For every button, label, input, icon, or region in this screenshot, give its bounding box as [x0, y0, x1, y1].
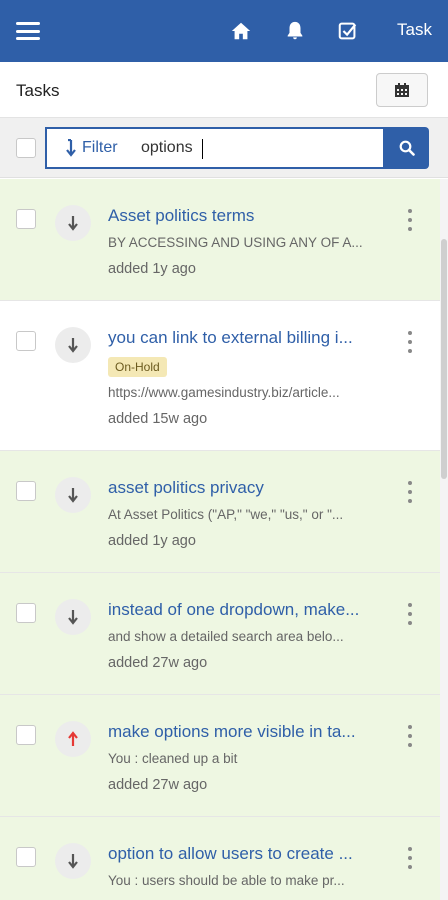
task-checkbox[interactable] [16, 603, 36, 623]
task-title[interactable]: instead of one dropdown, make... [108, 600, 383, 620]
status-badge: On-Hold [108, 357, 167, 377]
filter-bar: Filter options [0, 118, 448, 178]
task-menu-link[interactable]: Task [397, 20, 432, 40]
filter-label: Filter [82, 139, 118, 156]
bell-icon[interactable] [284, 20, 306, 42]
search-button[interactable] [385, 127, 429, 169]
more-options-icon[interactable] [404, 725, 416, 747]
task-added-time: added 1y ago [108, 533, 196, 549]
scrollbar[interactable] [440, 179, 448, 900]
task-checkbox[interactable] [16, 331, 36, 351]
calendar-icon [395, 83, 409, 97]
task-row[interactable]: instead of one dropdown, make... and sho… [0, 573, 448, 695]
task-description: and show a detailed search area belo... [108, 629, 344, 644]
filter-button[interactable]: Filter [47, 129, 139, 167]
priority-high-icon[interactable] [55, 721, 91, 757]
task-row[interactable]: you can link to external billing i... On… [0, 301, 448, 451]
task-list: Asset politics terms BY ACCESSING AND US… [0, 179, 448, 900]
priority-low-icon[interactable] [55, 477, 91, 513]
task-title[interactable]: Asset politics terms [108, 206, 383, 226]
task-checkbox[interactable] [16, 725, 36, 745]
more-options-icon[interactable] [404, 847, 416, 869]
more-options-icon[interactable] [404, 481, 416, 503]
priority-low-icon[interactable] [55, 205, 91, 241]
task-description: https://www.gamesindustry.biz/article... [108, 385, 340, 400]
task-title[interactable]: make options more visible in ta... [108, 722, 383, 742]
task-title[interactable]: you can link to external billing i... [108, 328, 383, 348]
task-row[interactable]: asset politics privacy At Asset Politics… [0, 451, 448, 573]
more-options-icon[interactable] [404, 603, 416, 625]
check-square-icon[interactable] [337, 20, 359, 42]
scrollbar-thumb[interactable] [441, 239, 447, 479]
task-added-time: added 1y ago [108, 261, 196, 277]
priority-low-icon[interactable] [55, 327, 91, 363]
task-added-time: added 27w ago [108, 655, 208, 671]
task-description: At Asset Politics ("AP," "we," "us," or … [108, 507, 344, 522]
search-box: Filter options [45, 127, 385, 169]
task-checkbox[interactable] [16, 209, 36, 229]
search-input[interactable]: options [139, 133, 369, 163]
page-header: Tasks [0, 62, 448, 118]
task-added-time: added 27w ago [108, 777, 208, 793]
task-checkbox[interactable] [16, 847, 36, 867]
calendar-button[interactable] [376, 73, 428, 107]
task-description: You : users should be able to make pr... [108, 873, 345, 888]
text-cursor [202, 139, 203, 159]
task-added-time: added 15w ago [108, 411, 208, 427]
priority-low-icon[interactable] [55, 843, 91, 879]
sort-down-icon [66, 139, 76, 157]
home-icon[interactable] [230, 20, 252, 42]
task-row[interactable]: option to allow users to create ... You … [0, 817, 448, 900]
search-icon [399, 140, 415, 156]
task-description: BY ACCESSING AND USING ANY OF A... [108, 235, 363, 250]
task-checkbox[interactable] [16, 481, 36, 501]
task-description: You : cleaned up a bit [108, 751, 238, 766]
task-row[interactable]: Asset politics terms BY ACCESSING AND US… [0, 179, 448, 301]
task-title[interactable]: asset politics privacy [108, 478, 383, 498]
more-options-icon[interactable] [404, 331, 416, 353]
more-options-icon[interactable] [404, 209, 416, 231]
menu-icon[interactable] [16, 22, 40, 40]
select-all-checkbox[interactable] [16, 138, 36, 158]
task-row[interactable]: make options more visible in ta... You :… [0, 695, 448, 817]
priority-low-icon[interactable] [55, 599, 91, 635]
page-title: Tasks [16, 81, 60, 100]
task-title[interactable]: option to allow users to create ... [108, 844, 383, 864]
top-navbar: Task [0, 0, 448, 62]
